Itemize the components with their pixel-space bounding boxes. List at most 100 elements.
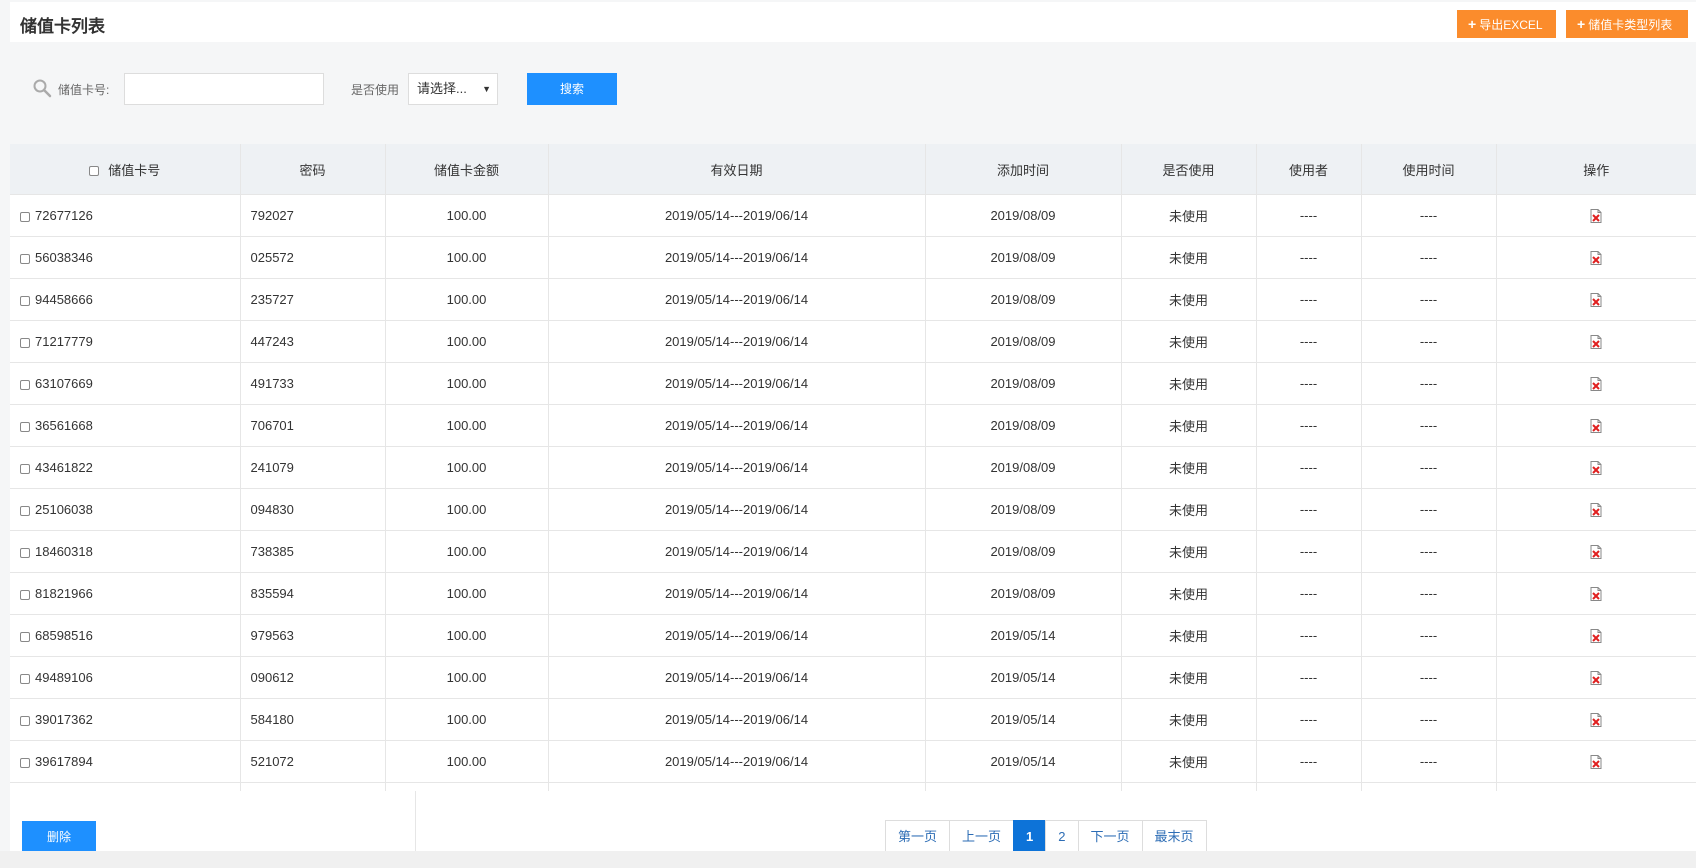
export-excel-button[interactable]: + 导出EXCEL (1457, 10, 1556, 38)
card-no-cell: 56038346 (10, 236, 241, 279)
prev-page-button[interactable]: 上一页 (949, 820, 1015, 854)
row-checkbox[interactable] (20, 631, 30, 642)
actions-cell (1496, 530, 1696, 573)
first-page-button[interactable]: 第一页 (885, 820, 951, 854)
column-header-amount: 储值卡金额 (385, 144, 549, 195)
use-time-cell: ---- (1361, 530, 1497, 573)
select-all-checkbox[interactable] (89, 166, 100, 177)
card-no: 18460318 (35, 544, 93, 559)
row-checkbox[interactable] (20, 379, 30, 390)
user-cell: ---- (1256, 362, 1362, 405)
delete-file-icon[interactable] (1589, 545, 1603, 560)
row-checkbox[interactable] (20, 295, 30, 306)
row-checkbox[interactable] (20, 211, 30, 222)
table-row: 39017362 584180 100.00 2019/05/14---2019… (10, 698, 1696, 741)
table-row: 25106038 094830 100.00 2019/05/14---2019… (10, 488, 1696, 531)
password-cell: 241079 (240, 446, 386, 489)
user-cell: ---- (1256, 488, 1362, 531)
card-no-cell: 72677126 (10, 194, 241, 237)
use-time-cell: ---- (1361, 656, 1497, 699)
row-checkbox[interactable] (20, 757, 30, 768)
delete-file-icon[interactable] (1589, 377, 1603, 392)
amount-cell: 100.00 (385, 194, 549, 237)
valid-date-cell: 2019/05/14---2019/06/14 (548, 572, 926, 615)
actions-cell (1496, 236, 1696, 279)
row-checkbox[interactable] (20, 253, 30, 264)
valid-date-cell: 2019/05/14---2019/06/14 (548, 236, 926, 279)
delete-file-icon[interactable] (1589, 419, 1603, 434)
column-header-password: 密码 (240, 144, 386, 195)
delete-file-icon[interactable] (1589, 629, 1603, 644)
card-no-cell: 18460318 (10, 530, 241, 573)
delete-button[interactable]: 删除 (22, 821, 96, 853)
row-checkbox[interactable] (20, 547, 30, 558)
used-status-select[interactable]: 请选择... ▼ (408, 73, 498, 105)
valid-date-cell: 2019/05/14---2019/06/14 (548, 446, 926, 489)
used-status-cell: 未使用 (1121, 488, 1257, 531)
amount-cell: 100.00 (385, 740, 549, 783)
row-checkbox[interactable] (20, 337, 30, 348)
row-checkbox[interactable] (20, 421, 30, 432)
card-no-cell: 43461822 (10, 446, 241, 489)
used-status-cell: 未使用 (1121, 194, 1257, 237)
table-row: 94458666 235727 100.00 2019/05/14---2019… (10, 278, 1696, 321)
delete-file-icon[interactable] (1589, 461, 1603, 476)
row-checkbox[interactable] (20, 715, 30, 726)
card-no-cell: 71217779 (10, 320, 241, 363)
next-page-button[interactable]: 下一页 (1077, 820, 1143, 854)
password-cell: 584180 (240, 698, 386, 741)
card-no: 49489106 (35, 670, 93, 685)
page-button[interactable]: 2 (1045, 820, 1079, 854)
delete-file-icon[interactable] (1589, 755, 1603, 770)
card-no: 63107669 (35, 376, 93, 391)
card-no-input[interactable] (124, 73, 324, 105)
added-time-cell: 2019/05/14 (925, 656, 1122, 699)
password-cell: 706701 (240, 404, 386, 447)
valid-date-cell: 2019/05/14---2019/06/14 (548, 404, 926, 447)
delete-file-icon[interactable] (1589, 713, 1603, 728)
valid-date-cell: 2019/05/14---2019/06/14 (548, 320, 926, 363)
valid-date-cell: 2019/05/14---2019/06/14 (548, 194, 926, 237)
added-time-cell: 2019/05/14 (925, 740, 1122, 783)
used-status-cell: 未使用 (1121, 740, 1257, 783)
actions-cell (1496, 194, 1696, 237)
delete-file-icon[interactable] (1589, 251, 1603, 266)
use-time-cell: ---- (1361, 740, 1497, 783)
amount-cell: 100.00 (385, 698, 549, 741)
delete-file-icon[interactable] (1589, 503, 1603, 518)
actions-cell (1496, 614, 1696, 657)
user-cell: ---- (1256, 740, 1362, 783)
page-button-current[interactable]: 1 (1013, 820, 1047, 854)
delete-file-icon[interactable] (1589, 209, 1603, 224)
use-time-cell: ---- (1361, 362, 1497, 405)
used-status-cell: 未使用 (1121, 698, 1257, 741)
user-cell: ---- (1256, 278, 1362, 321)
password-cell: 738385 (240, 530, 386, 573)
added-time-cell: 2019/08/09 (925, 404, 1122, 447)
used-status-label: 是否使用 (351, 83, 400, 97)
delete-file-icon[interactable] (1589, 293, 1603, 308)
password-cell: 447243 (240, 320, 386, 363)
amount-cell: 100.00 (385, 320, 549, 363)
last-page-button[interactable]: 最末页 (1141, 820, 1207, 854)
row-checkbox[interactable] (20, 463, 30, 474)
delete-file-icon[interactable] (1589, 587, 1603, 602)
actions-cell (1496, 446, 1696, 489)
use-time-cell: ---- (1361, 236, 1497, 279)
delete-file-icon[interactable] (1589, 671, 1603, 686)
row-checkbox[interactable] (20, 589, 30, 600)
row-checkbox[interactable] (20, 673, 30, 684)
card-no: 94458666 (35, 292, 93, 307)
search-button[interactable]: 搜索 (527, 73, 617, 105)
use-time-cell: ---- (1361, 446, 1497, 489)
used-status-cell: 未使用 (1121, 320, 1257, 363)
bottom-strip (0, 851, 1696, 868)
actions-cell (1496, 572, 1696, 615)
actions-cell (1496, 404, 1696, 447)
card-type-list-button[interactable]: + 储值卡类型列表 (1566, 10, 1688, 38)
row-checkbox[interactable] (20, 505, 30, 516)
added-time-cell: 2019/05/14 (925, 614, 1122, 657)
user-cell: ---- (1256, 446, 1362, 489)
delete-file-icon[interactable] (1589, 335, 1603, 350)
use-time-cell: ---- (1361, 278, 1497, 321)
